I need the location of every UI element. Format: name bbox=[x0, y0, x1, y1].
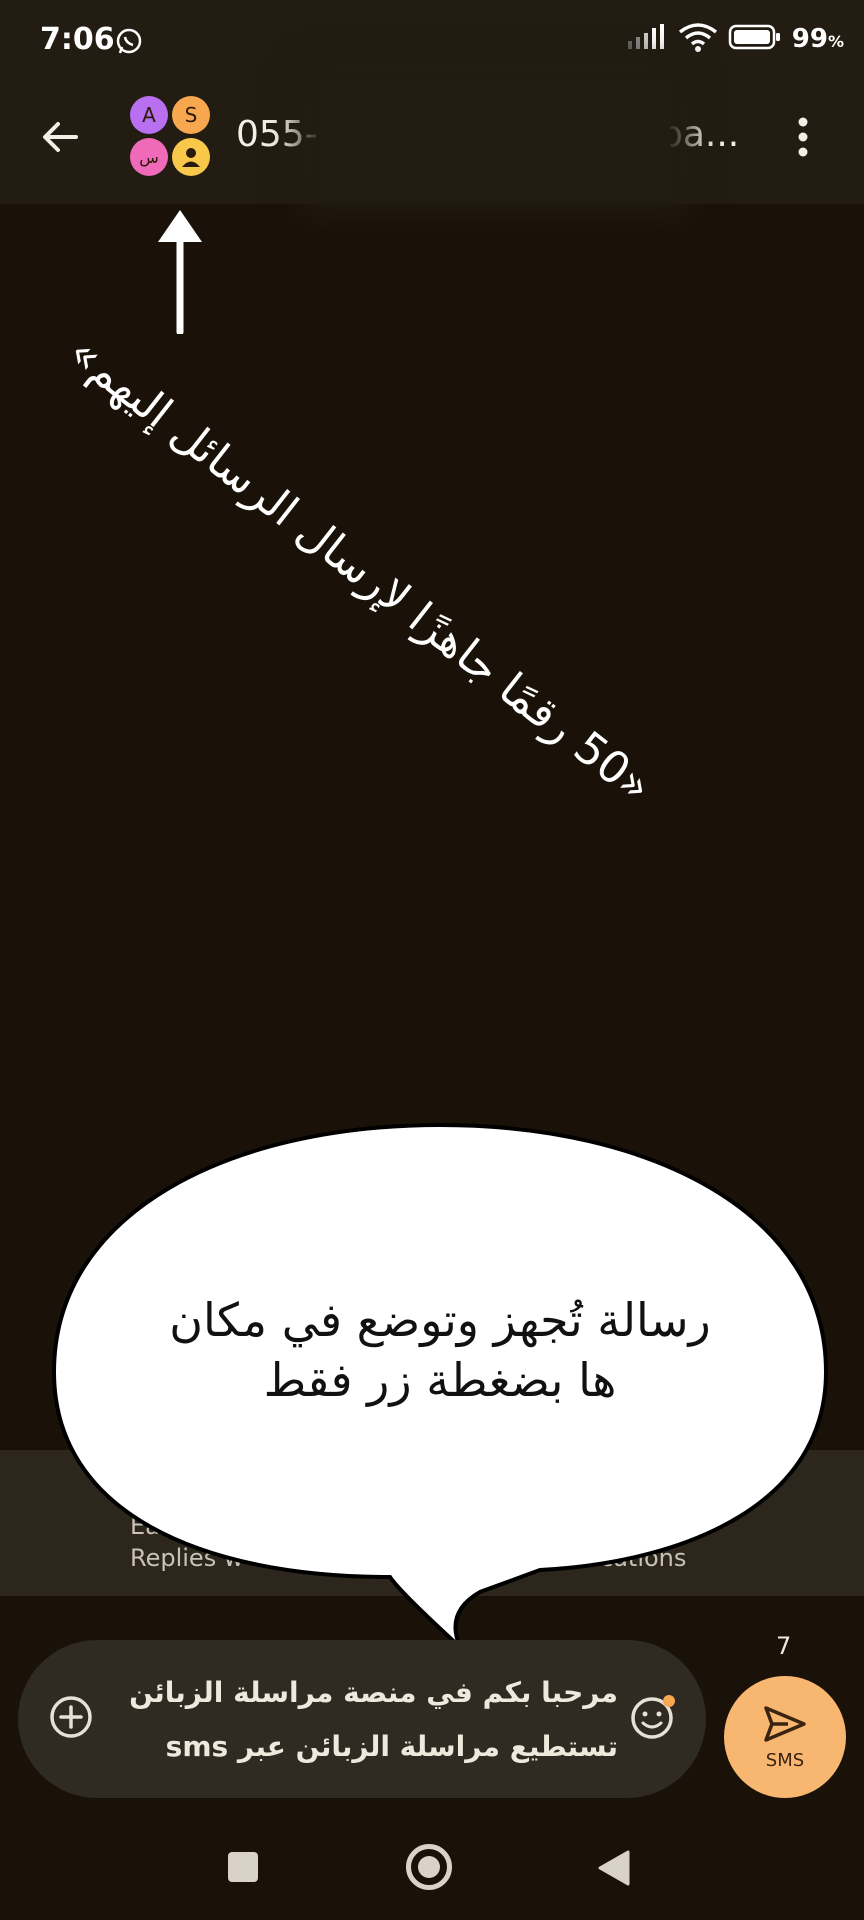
group-avatar[interactable]: A S س bbox=[130, 96, 214, 180]
back-arrow-icon[interactable] bbox=[36, 112, 86, 162]
send-label: SMS bbox=[765, 1749, 805, 1771]
avatar-s: S bbox=[172, 96, 210, 134]
system-navigation-bar bbox=[0, 1820, 864, 1920]
person-icon bbox=[172, 138, 210, 176]
battery-percent: 99% bbox=[791, 24, 844, 54]
status-icons: 99% bbox=[624, 22, 844, 56]
blurred-title-area bbox=[320, 84, 670, 194]
status-time: 7:06 bbox=[40, 22, 115, 57]
battery-icon bbox=[728, 23, 782, 55]
emoji-icon[interactable] bbox=[628, 1692, 678, 1742]
send-sms-button[interactable]: SMS bbox=[724, 1676, 846, 1798]
send-icon bbox=[762, 1704, 808, 1748]
annotation-arrow-icon bbox=[150, 208, 210, 338]
recents-icon[interactable] bbox=[228, 1852, 258, 1882]
status-bar: 7:06 99% bbox=[0, 0, 864, 84]
nav-back-icon[interactable] bbox=[596, 1848, 632, 1892]
bubble-line-2: ها بضغطة زر فقط bbox=[263, 1353, 617, 1407]
contact-title[interactable]: 055- bbox=[236, 114, 318, 155]
signal-icon bbox=[624, 23, 668, 55]
message-compose-field[interactable]: مرحبا بكم في منصة مراسلة الزبائن تستطيع … bbox=[18, 1640, 706, 1798]
bubble-text: رسالة تُجهز وتوضع في مكان ها بضغطة زر فق… bbox=[120, 1290, 760, 1410]
bubble-line-1: رسالة تُجهز وتوضع في مكان bbox=[169, 1293, 711, 1347]
avatar-a: A bbox=[130, 96, 168, 134]
annotation-text: «50 رقمًا جاهزًا لإرسال الرسائل إليهم» bbox=[59, 327, 661, 813]
home-icon[interactable] bbox=[406, 1844, 452, 1890]
character-count: 7 bbox=[776, 1632, 792, 1660]
contact-title-end[interactable]: ba... bbox=[660, 114, 739, 155]
more-vert-icon[interactable] bbox=[790, 112, 816, 162]
message-text[interactable]: مرحبا بكم في منصة مراسلة الزبائن تستطيع … bbox=[118, 1666, 618, 1774]
whatsapp-icon bbox=[114, 26, 144, 60]
wifi-icon bbox=[678, 22, 718, 56]
avatar-arabic: س bbox=[130, 138, 168, 176]
add-circle-icon[interactable] bbox=[46, 1692, 96, 1742]
